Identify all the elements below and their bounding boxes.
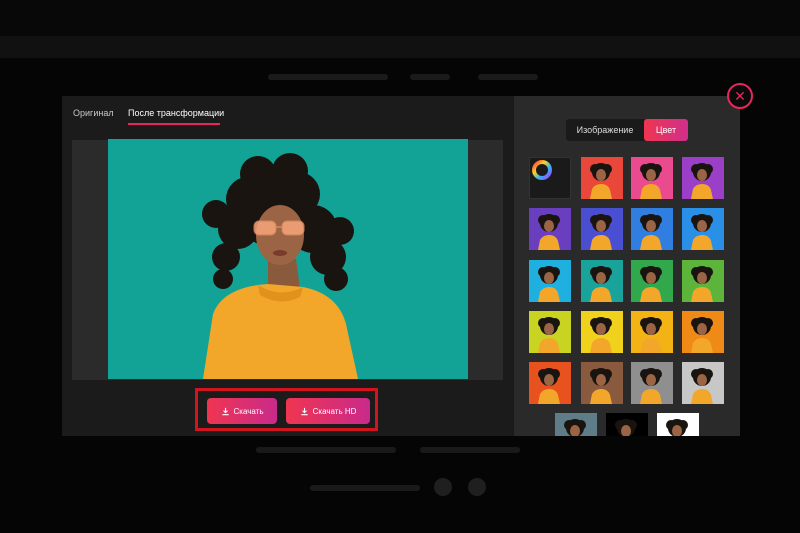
color-swatch[interactable]	[682, 260, 724, 302]
bg-text-line	[410, 74, 450, 80]
background-bar	[0, 36, 800, 58]
mode-image-tab[interactable]: Изображение	[566, 119, 644, 141]
mode-switch: Изображение Цвет	[566, 119, 688, 141]
background-nav	[0, 0, 800, 36]
download-hd-button-label: Скачать HD	[312, 406, 357, 416]
color-swatch[interactable]	[529, 362, 571, 404]
color-picker-swatch[interactable]	[529, 157, 571, 199]
color-swatch[interactable]	[657, 413, 699, 436]
color-swatch[interactable]	[606, 413, 648, 436]
color-swatch[interactable]	[529, 260, 571, 302]
color-swatch[interactable]	[682, 208, 724, 250]
editor-modal: Оригинал После трансформации Скачать Ска…	[62, 96, 740, 436]
download-hd-button[interactable]: Скачать HD	[286, 398, 370, 424]
color-swatch[interactable]	[682, 362, 724, 404]
color-swatch[interactable]	[581, 208, 623, 250]
tab-after-transformation[interactable]: После трансформации	[128, 108, 224, 118]
download-icon	[300, 407, 308, 415]
color-swatch[interactable]	[631, 260, 673, 302]
background-options-panel: Изображение Цвет	[514, 96, 740, 436]
color-swatch[interactable]	[682, 311, 724, 353]
bg-text-line	[256, 447, 396, 453]
active-tab-underline	[128, 123, 220, 125]
tab-original[interactable]: Оригинал	[73, 108, 114, 118]
color-swatch[interactable]	[631, 208, 673, 250]
mode-color-tab[interactable]: Цвет	[644, 119, 688, 141]
download-button-label: Скачать	[233, 406, 264, 416]
bg-text-line	[420, 447, 520, 453]
color-swatch[interactable]	[631, 157, 673, 199]
color-swatch[interactable]	[581, 260, 623, 302]
color-swatch[interactable]	[631, 311, 673, 353]
bg-text-line	[310, 485, 420, 491]
color-swatch[interactable]	[682, 157, 724, 199]
color-swatch[interactable]	[631, 362, 673, 404]
color-swatch[interactable]	[529, 311, 571, 353]
bg-dot	[434, 478, 452, 496]
color-wheel-icon	[532, 160, 552, 180]
download-button[interactable]: Скачать	[207, 398, 277, 424]
close-icon[interactable]: ✕	[727, 83, 753, 109]
color-swatch[interactable]	[529, 208, 571, 250]
color-swatch[interactable]	[581, 311, 623, 353]
bg-text-line	[478, 74, 538, 80]
preview-photo	[108, 139, 468, 379]
preview-panel: Оригинал После трансформации Скачать Ска…	[62, 96, 514, 436]
bg-text-line	[268, 74, 388, 80]
color-swatch[interactable]	[555, 413, 597, 436]
color-swatch[interactable]	[581, 362, 623, 404]
bg-dot	[468, 478, 486, 496]
color-swatch[interactable]	[581, 157, 623, 199]
download-icon	[221, 407, 229, 415]
